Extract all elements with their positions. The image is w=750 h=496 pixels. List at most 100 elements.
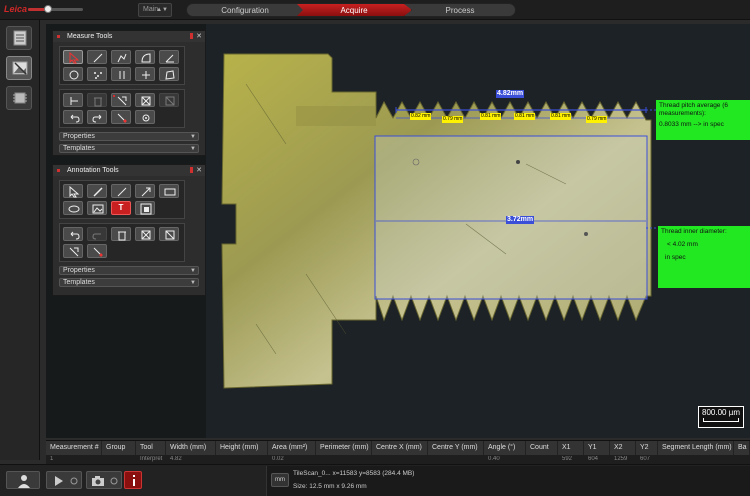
column-header[interactable]: Ba: [734, 441, 750, 455]
pointer-icon: [69, 52, 80, 64]
properties-label: Properties: [63, 267, 95, 274]
pitch-label[interactable]: 0.81 mm: [514, 113, 536, 120]
column-header[interactable]: Segment Length (mm): [658, 441, 734, 455]
annotation-templates-dropdown[interactable]: Templates ▼: [59, 278, 199, 287]
clear-all-button[interactable]: [135, 93, 155, 107]
annotation-clear-selected-button[interactable]: [159, 227, 179, 241]
undo-icon: [70, 114, 80, 123]
close-icon[interactable]: ✕: [196, 165, 202, 176]
select-region-button[interactable]: [111, 93, 131, 107]
unit-button[interactable]: mm: [271, 473, 289, 487]
column-header[interactable]: Perimeter (mm): [316, 441, 372, 455]
measure-tool-grid-2: [59, 89, 185, 128]
annotation-line-button[interactable]: [111, 184, 131, 198]
select-tool-button[interactable]: [63, 50, 83, 64]
user-button[interactable]: [6, 471, 40, 489]
record-indicator-icon: [70, 477, 78, 485]
pitch-label[interactable]: 0.81 mm: [550, 113, 572, 120]
column-header[interactable]: Count: [526, 441, 558, 455]
column-header[interactable]: Centre Y (mm): [428, 441, 484, 455]
polyline-tool-button[interactable]: [111, 50, 131, 64]
annotation-select-button[interactable]: [63, 184, 83, 198]
annotation-clear-all-button[interactable]: [135, 227, 155, 241]
circle-tool-button[interactable]: [63, 67, 83, 81]
column-header[interactable]: Area (mm²): [268, 441, 316, 455]
document-list-icon: [13, 30, 27, 46]
pointer-icon: [69, 186, 80, 198]
line-tool-button[interactable]: [87, 50, 107, 64]
measure-tools-panel: Measure Tools ✕ Properties ▼ Templates ▼: [52, 30, 206, 156]
column-header[interactable]: Width (mm): [166, 441, 216, 455]
column-header[interactable]: Tool: [136, 441, 166, 455]
parallel-tool-button[interactable]: [111, 67, 131, 81]
clear-icon: [141, 96, 151, 106]
pin-icon[interactable]: [190, 167, 193, 173]
top-length-label[interactable]: 4.82mm: [496, 90, 525, 98]
camera-button[interactable]: [86, 471, 122, 489]
freehand-tool-button[interactable]: [87, 184, 107, 198]
pin-icon[interactable]: [190, 33, 193, 39]
pitch-label[interactable]: 0.81 mm: [480, 113, 502, 120]
image-viewer[interactable]: 4.82mm 3.72mm 0.82 mm 0.79 mm 0.81 mm 0.…: [46, 24, 750, 438]
pitch-label[interactable]: 0.79 mm: [442, 116, 464, 123]
column-header[interactable]: Angle (°): [484, 441, 526, 455]
column-header[interactable]: Height (mm): [216, 441, 268, 455]
pitch-label[interactable]: 0.79 mm: [586, 116, 608, 123]
column-header[interactable]: Y1: [584, 441, 610, 455]
annotation-region-button[interactable]: [63, 244, 83, 258]
add-point-button[interactable]: [63, 93, 83, 107]
column-header[interactable]: Y2: [636, 441, 658, 455]
redo-button[interactable]: [87, 110, 107, 124]
column-header[interactable]: Centre X (mm): [372, 441, 428, 455]
column-header[interactable]: Group: [102, 441, 136, 455]
annotation-properties-dropdown[interactable]: Properties ▼: [59, 266, 199, 275]
brightness-slider[interactable]: [28, 5, 83, 13]
workspace-select[interactable]: Main ▲▼: [138, 3, 172, 17]
sidebar-chip-button[interactable]: [6, 86, 32, 110]
stamp-icon: [140, 203, 152, 215]
measure-templates-dropdown[interactable]: Templates ▼: [59, 144, 199, 153]
angle-tool-button[interactable]: [159, 50, 179, 64]
column-header[interactable]: Measurement #: [46, 441, 102, 455]
tab-acquire[interactable]: Acquire: [296, 3, 412, 17]
measure-properties-dropdown[interactable]: Properties ▼: [59, 132, 199, 141]
play-button[interactable]: [46, 471, 82, 489]
rectangle-tool-button[interactable]: [159, 184, 179, 198]
tab-process[interactable]: Process: [404, 3, 516, 17]
line-icon: [93, 53, 103, 63]
column-header[interactable]: X2: [610, 441, 636, 455]
image-icon: [92, 204, 104, 214]
arrow-tool-button[interactable]: [135, 184, 155, 198]
undo-button[interactable]: [63, 110, 83, 124]
thread-diameter-note[interactable]: Thread inner diameter: < 4.02 mm in spec: [658, 226, 750, 288]
clear-selected-button[interactable]: [159, 93, 179, 107]
pitch-label[interactable]: 0.82 mm: [410, 113, 432, 120]
slider-knob[interactable]: [44, 5, 52, 13]
sidebar-document-button[interactable]: [6, 26, 32, 50]
polygon-tool-button[interactable]: [159, 67, 179, 81]
snap-icon: [93, 247, 103, 257]
column-header[interactable]: X1: [558, 441, 584, 455]
polyline-icon: [117, 53, 127, 63]
ellipse-tool-button[interactable]: [63, 201, 83, 215]
delete-button[interactable]: [87, 93, 107, 107]
image-tool-button[interactable]: [87, 201, 107, 215]
settings-button[interactable]: [135, 110, 155, 124]
stamp-tool-button[interactable]: [135, 201, 155, 215]
sidebar-image-button[interactable]: [6, 56, 32, 80]
annotation-redo-button[interactable]: [87, 227, 107, 241]
ellipse-icon: [68, 205, 80, 213]
annotation-delete-button[interactable]: [111, 227, 131, 241]
crosshair-tool-button[interactable]: [135, 67, 155, 81]
curve-tool-button[interactable]: [135, 50, 155, 64]
inner-length-label[interactable]: 3.72mm: [506, 216, 535, 224]
info-button[interactable]: [124, 471, 142, 489]
snap-button[interactable]: [111, 110, 131, 124]
count-tool-button[interactable]: [87, 67, 107, 81]
annotation-snap-button[interactable]: [87, 244, 107, 258]
thread-pitch-note[interactable]: Thread pitch average (6 measurements): 0…: [656, 100, 750, 140]
annotation-undo-button[interactable]: [63, 227, 83, 241]
text-tool-button[interactable]: T: [111, 201, 131, 215]
close-icon[interactable]: ✕: [196, 31, 202, 42]
tab-configuration[interactable]: Configuration: [186, 3, 304, 17]
